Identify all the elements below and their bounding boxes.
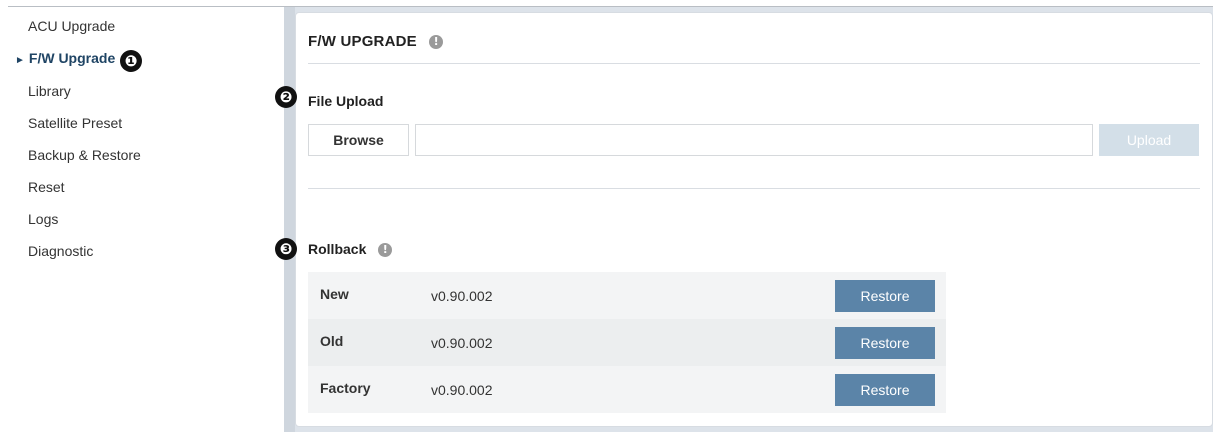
rollback-version: v0.90.002 <box>431 288 493 304</box>
title-divider <box>308 63 1200 64</box>
callout-1-badge: ❶ <box>120 50 142 72</box>
table-row: New v0.90.002 Restore <box>308 272 946 319</box>
rollback-version: v0.90.002 <box>431 382 493 398</box>
sidebar: ACU Upgrade ► F/W Upgrade ❶ Library Satel… <box>8 7 284 432</box>
file-path-field[interactable] <box>415 124 1093 156</box>
upload-button[interactable]: Upload <box>1099 124 1199 156</box>
restore-new-button[interactable]: Restore <box>835 280 935 312</box>
sidebar-item-satellite-preset[interactable]: Satellite Preset <box>28 113 122 133</box>
active-arrow-icon: ► <box>15 55 25 66</box>
sidebar-divider <box>284 7 295 432</box>
browse-button[interactable]: Browse <box>308 124 409 156</box>
table-row: Factory v0.90.002 Restore <box>308 366 946 413</box>
rollback-name: Factory <box>320 380 371 396</box>
rollback-title-text: Rollback <box>308 241 367 257</box>
sidebar-item-fw-upgrade[interactable]: ► F/W Upgrade <box>15 48 115 68</box>
rollback-name: Old <box>320 333 344 349</box>
page-title: F/W UPGRADE ! <box>308 33 444 50</box>
fw-upgrade-panel: F/W UPGRADE ! File Upload Browse Upload … <box>295 12 1213 427</box>
rollback-name: New <box>320 286 349 302</box>
page-title-text: F/W UPGRADE <box>308 33 417 50</box>
callout-2-badge: ❷ <box>275 86 297 108</box>
rollback-info-icon[interactable]: ! <box>378 243 393 258</box>
restore-old-button[interactable]: Restore <box>835 327 935 359</box>
info-icon[interactable]: ! <box>429 35 444 50</box>
sidebar-item-diagnostic[interactable]: Diagnostic <box>28 241 93 261</box>
callout-3-badge: ❸ <box>275 238 297 260</box>
sidebar-item-library[interactable]: Library <box>28 81 71 101</box>
sidebar-item-label: F/W Upgrade <box>28 50 116 66</box>
file-upload-title: File Upload <box>308 93 384 109</box>
rollback-title: Rollback ! <box>308 241 393 258</box>
restore-factory-button[interactable]: Restore <box>835 374 935 406</box>
rollback-version: v0.90.002 <box>431 335 493 351</box>
sidebar-item-reset[interactable]: Reset <box>28 177 65 197</box>
table-row: Old v0.90.002 Restore <box>308 319 946 366</box>
sidebar-item-backup-restore[interactable]: Backup & Restore <box>28 145 141 165</box>
section-divider <box>308 188 1200 189</box>
sidebar-item-logs[interactable]: Logs <box>28 209 58 229</box>
sidebar-item-acu-upgrade[interactable]: ACU Upgrade <box>28 16 115 36</box>
